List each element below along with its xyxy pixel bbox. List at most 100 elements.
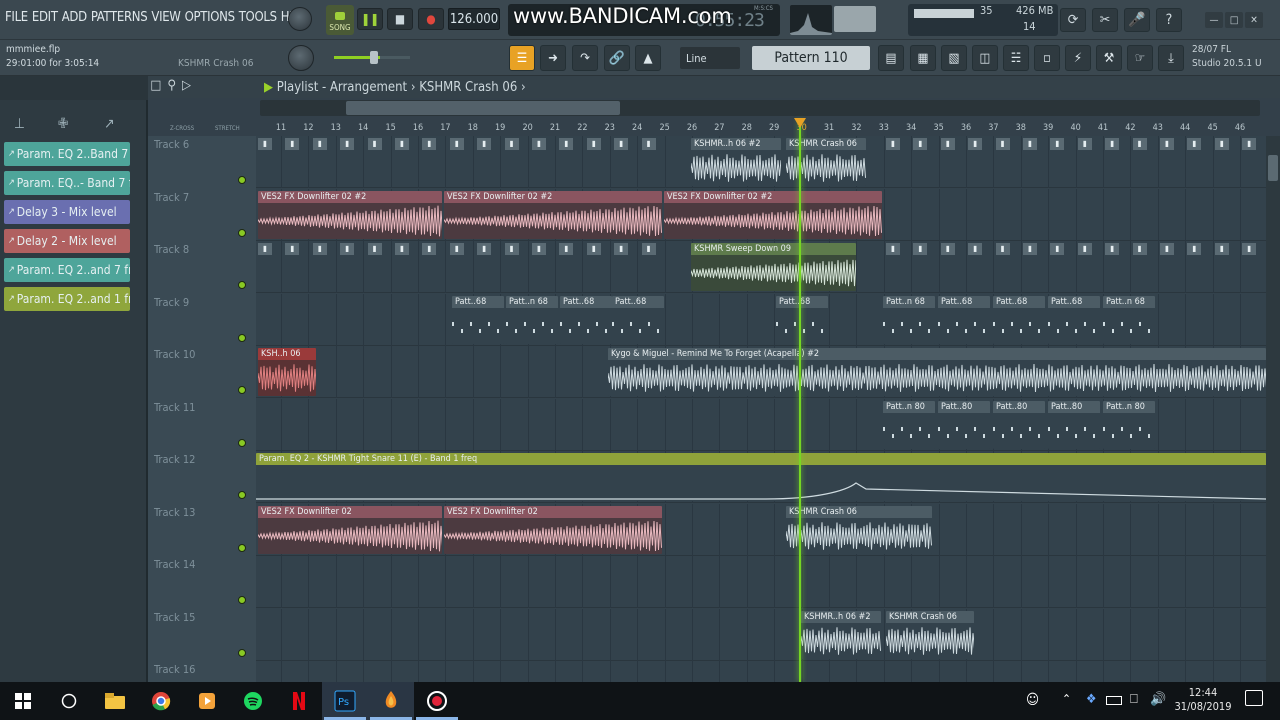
pattern-block[interactable]: ▮ xyxy=(614,138,629,182)
pattern-block[interactable]: ▮ xyxy=(1105,138,1120,182)
pattern-block[interactable]: ▮ xyxy=(1132,138,1147,182)
track-row[interactable]: VES2 FX Downlifter 02 VES2 FX Downlifter … xyxy=(256,503,1266,556)
people-icon[interactable]: ☺ xyxy=(1026,692,1039,708)
pattern-block[interactable]: ▮ xyxy=(285,138,300,182)
horizontal-scroll-thumb[interactable] xyxy=(346,101,620,115)
zoom-icon[interactable]: ⚲ xyxy=(167,78,176,93)
stamp-icon[interactable]: ▲ xyxy=(635,45,661,71)
fl-studio-icon[interactable] xyxy=(368,682,414,720)
download-icon[interactable]: ⤓ xyxy=(1158,45,1184,71)
master-volume-handle[interactable] xyxy=(370,51,378,64)
tray-chevron-icon[interactable]: ⌃ xyxy=(1062,692,1071,706)
playlist-clip[interactable]: Patt..68 xyxy=(938,295,990,344)
playlist-clip[interactable]: VES2 FX Downlifter 02 #2 xyxy=(258,190,442,239)
pattern-block[interactable]: ▮ xyxy=(477,243,492,287)
pattern-block[interactable]: ▮ xyxy=(504,138,519,182)
track-row[interactable]: KSH..h 06 Kygo & Miguel - Remind Me To Fo… xyxy=(256,346,1266,398)
pattern-block[interactable]: ▮ xyxy=(1242,243,1257,287)
photoshop-icon[interactable]: Ps xyxy=(322,682,368,720)
track-mute-led[interactable] xyxy=(238,176,246,184)
pattern-block[interactable]: ▮ xyxy=(312,243,327,287)
pattern-block[interactable]: ▮ xyxy=(395,138,409,182)
pattern-block[interactable]: ▮ xyxy=(1132,243,1147,287)
channel-rack-icon[interactable]: ▦ xyxy=(910,45,936,71)
pattern-block[interactable]: ▮ xyxy=(641,138,656,182)
master-volume-knob[interactable] xyxy=(288,45,314,71)
playlist-clip[interactable]: KSHMR Crash 06 xyxy=(886,610,974,659)
playlist-clip[interactable]: VES2 FX Downlifter 02 xyxy=(258,505,442,554)
stretch-label[interactable]: STRETCH xyxy=(215,125,240,132)
media-player-icon[interactable] xyxy=(184,682,230,720)
playlist-clip[interactable]: Patt..n 68 xyxy=(883,295,935,344)
pattern-block[interactable]: ▮ xyxy=(1242,138,1257,182)
automation-clip-item[interactable]: ↗ Delay 3 - Mix level xyxy=(4,200,130,224)
playlist-clip[interactable]: Kygo & Miguel - Remind Me To Forget (Aca… xyxy=(608,348,1266,396)
pattern-block[interactable]: ▮ xyxy=(1105,243,1120,287)
playlist-grid[interactable]: ▮ ▮ ▮ ▮ ▮ ▮ ▮ ▮ ▮ ▮ ▮ ▮ ▮ ▮ ▮ ▮ ▮ ▮ ▮ ▮ ▮ ▮ ▮ ▮ ▮ ▮ ▮ ▮ ▮ KSHMR..h 06… xyxy=(256,136,1266,682)
track-mute-led[interactable] xyxy=(238,333,246,342)
pattern-block[interactable]: ▮ xyxy=(1023,243,1037,287)
vertical-scrollbar[interactable] xyxy=(1266,136,1280,682)
pattern-block[interactable]: ▮ xyxy=(312,138,327,182)
pattern-block[interactable]: ▮ xyxy=(913,138,928,182)
track-row[interactable]: ▮ ▮ ▮ ▮ ▮ ▮ ▮ ▮ ▮ ▮ ▮ ▮ ▮ ▮ ▮ ▮ ▮ ▮ ▮ ▮ ▮ ▮ ▮ ▮ ▮ ▮ ▮ ▮ ▮ KSHMR Sweep… xyxy=(256,241,1266,293)
pattern-block[interactable]: ▮ xyxy=(586,243,601,287)
menu-options[interactable]: OPTIONS xyxy=(185,10,235,25)
pattern-block[interactable]: ▮ xyxy=(586,138,601,182)
picker-pattern-tab-icon[interactable]: ⊥ xyxy=(14,116,25,132)
pattern-block[interactable]: ▮ xyxy=(258,243,272,287)
bandicam-icon[interactable] xyxy=(414,682,460,720)
piano-roll-icon[interactable]: ▧ xyxy=(941,45,967,71)
refresh-icon[interactable]: ⟳ xyxy=(1060,8,1086,32)
playlist-clip[interactable]: KSH..h 06 xyxy=(258,348,316,396)
menu-file[interactable]: FILE xyxy=(5,10,28,25)
master-pitch-knob[interactable] xyxy=(288,7,312,31)
help-icon[interactable]: ? xyxy=(1156,8,1182,32)
track-row[interactable]: Patt..68 Patt..n 68 Patt..68 Patt..68 Patt..… xyxy=(256,293,1266,346)
chrome-icon[interactable] xyxy=(138,682,184,720)
track-name[interactable]: Track 13 xyxy=(154,506,195,519)
network-icon[interactable]: ⎕ xyxy=(1130,692,1138,707)
playlist-clip[interactable]: Patt..68 xyxy=(776,295,828,344)
maximize-icon[interactable]: □ xyxy=(1225,12,1243,28)
speaker-icon[interactable]: 🔊 xyxy=(1150,692,1166,707)
pattern-block[interactable]: ▮ xyxy=(422,243,437,287)
track-mute-led[interactable] xyxy=(238,386,246,394)
pattern-block[interactable]: ▮ xyxy=(559,138,574,182)
menu-tools[interactable]: TOOLS xyxy=(239,10,277,25)
pattern-block[interactable]: ▮ xyxy=(449,138,464,182)
pattern-block[interactable]: ▮ xyxy=(1050,138,1065,182)
netflix-icon[interactable] xyxy=(276,682,322,720)
track-mute-led[interactable] xyxy=(238,543,246,552)
battery-icon[interactable] xyxy=(1106,696,1122,705)
tools-icon[interactable]: ✂ xyxy=(1092,8,1118,32)
playlist-clip[interactable]: Patt..68 xyxy=(560,295,612,344)
pattern-block[interactable]: ▮ xyxy=(1050,243,1065,287)
spotify-icon[interactable] xyxy=(230,682,276,720)
play-arrow-icon[interactable]: ▶ xyxy=(264,80,277,95)
pattern-block[interactable]: ▮ xyxy=(940,138,955,182)
track-name[interactable]: Track 6 xyxy=(154,138,189,151)
playlist-clip[interactable]: Patt..n 68 xyxy=(1103,295,1155,344)
mic-icon[interactable]: 🎤 xyxy=(1124,8,1150,32)
track-name[interactable]: Track 8 xyxy=(154,243,189,256)
vertical-scroll-thumb[interactable] xyxy=(1268,155,1278,181)
pattern-block[interactable]: ▮ xyxy=(340,243,355,287)
menu-view[interactable]: VIEW xyxy=(151,10,181,25)
track-name[interactable]: Track 12 xyxy=(154,453,195,466)
playlist-clip[interactable]: VES2 FX Downlifter 02 xyxy=(444,505,662,554)
search-icon[interactable] xyxy=(46,682,92,720)
touch-icon[interactable]: ☞ xyxy=(1127,45,1153,71)
track-mute-led[interactable] xyxy=(238,491,246,499)
automation-clip-item[interactable]: ↗ Delay 2 - Mix level xyxy=(4,229,130,253)
mixer-view-icon[interactable]: ◫ xyxy=(972,45,998,71)
playlist-clip[interactable]: KSHMR..h 06 #2 xyxy=(801,610,881,659)
playlist-clip[interactable]: VES2 FX Downlifter 02 #2 xyxy=(444,190,662,239)
pattern-block[interactable]: ▮ xyxy=(367,243,382,287)
stop-button[interactable]: ■ xyxy=(387,8,413,30)
track-mute-led[interactable] xyxy=(238,228,246,237)
pattern-block[interactable]: ▮ xyxy=(1077,138,1092,182)
pattern-block[interactable]: ▮ xyxy=(1187,243,1202,287)
tempo-display[interactable]: 126.000 xyxy=(448,8,500,30)
playlist-clip[interactable]: KSHMR Sweep Down 09 xyxy=(691,243,856,291)
